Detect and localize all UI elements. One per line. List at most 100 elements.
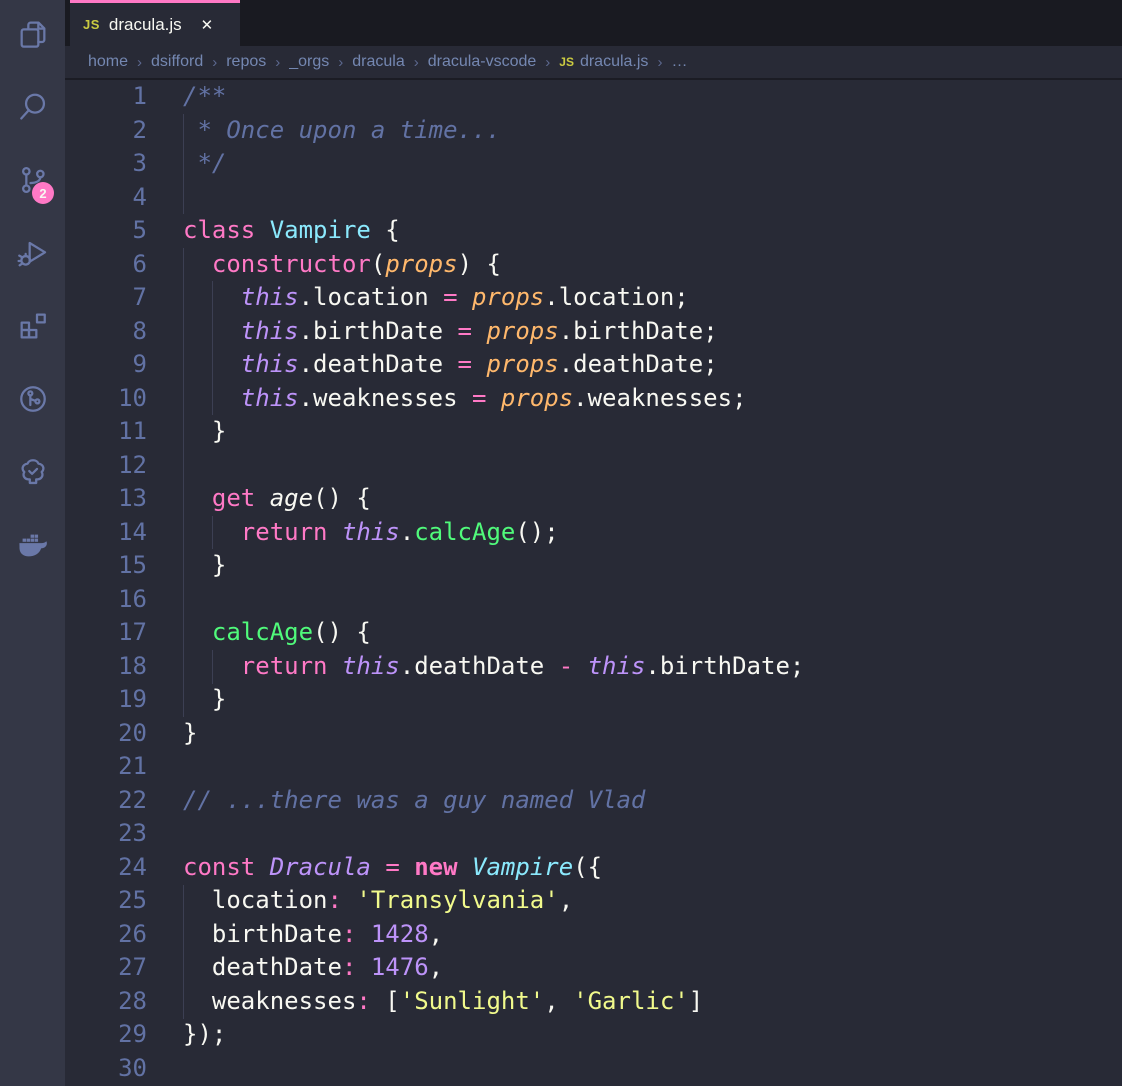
code-line[interactable]: 29}); [65, 1018, 1122, 1052]
activity-item-explorer[interactable] [0, 0, 65, 73]
code-line[interactable]: 14 return this.calcAge(); [65, 516, 1122, 550]
activity-item-testing[interactable] [0, 438, 65, 511]
code-text: // ...there was a guy named Vlad [183, 784, 1122, 818]
code-line[interactable]: 9 this.deathDate = props.deathDate; [65, 348, 1122, 382]
breadcrumb-separator-icon: › [137, 54, 142, 71]
activity-item-run-debug[interactable] [0, 219, 65, 292]
code-token [183, 283, 241, 311]
code-line[interactable]: 13 get age() { [65, 482, 1122, 516]
code-lines: 1/**2 * Once upon a time...3 */45class V… [65, 80, 1122, 1085]
code-line[interactable]: 20} [65, 717, 1122, 751]
breadcrumb-item[interactable]: home [88, 53, 128, 71]
code-line[interactable]: 19 } [65, 683, 1122, 717]
code-text: * Once upon a time... [183, 114, 1122, 148]
breadcrumb-separator-icon: › [275, 54, 280, 71]
line-number: 11 [65, 415, 183, 449]
code-line[interactable]: 3 */ [65, 147, 1122, 181]
code-text [183, 449, 1122, 483]
code-token [328, 518, 342, 546]
gitlens-icon [17, 383, 49, 420]
code-token: = [472, 384, 486, 412]
line-number: 2 [65, 114, 183, 148]
code-line[interactable]: 26 birthDate: 1428, [65, 918, 1122, 952]
code-token: (); [515, 518, 558, 546]
code-token: this [241, 350, 299, 378]
tab-close-icon[interactable]: ✕ [201, 16, 214, 34]
code-token: this [342, 652, 400, 680]
code-line[interactable]: 11 } [65, 415, 1122, 449]
code-line[interactable]: 16 [65, 583, 1122, 617]
code-token: : [328, 886, 342, 914]
code-line[interactable]: 10 this.weaknesses = props.weaknesses; [65, 382, 1122, 416]
line-number: 10 [65, 382, 183, 416]
code-token: .deathDate [299, 350, 458, 378]
code-token: props [486, 317, 558, 345]
activity-item-source-control[interactable]: 2 [0, 146, 65, 219]
line-number: 5 [65, 214, 183, 248]
code-line[interactable]: 5class Vampire { [65, 214, 1122, 248]
breadcrumb-item[interactable]: repos [226, 53, 266, 71]
code-line[interactable]: 24const Dracula = new Vampire({ [65, 851, 1122, 885]
code-token: .weaknesses; [573, 384, 746, 412]
activity-item-docker[interactable] [0, 511, 65, 584]
source-control-badge: 2 [32, 182, 54, 204]
code-line[interactable]: 21 [65, 750, 1122, 784]
code-line[interactable]: 28 weaknesses: ['Sunlight', 'Garlic'] [65, 985, 1122, 1019]
code-line[interactable]: 15 } [65, 549, 1122, 583]
breadcrumb-item[interactable]: … [671, 53, 687, 71]
breadcrumb-item[interactable]: _orgs [289, 53, 329, 71]
code-text: deathDate: 1476, [183, 951, 1122, 985]
breadcrumb-item[interactable]: dracula [352, 53, 404, 71]
code-line[interactable]: 30 [65, 1052, 1122, 1086]
line-number: 27 [65, 951, 183, 985]
code-line[interactable]: 2 * Once upon a time... [65, 114, 1122, 148]
code-token: constructor [212, 250, 371, 278]
code-token [371, 853, 385, 881]
code-token: = [443, 283, 457, 311]
code-token: : [342, 920, 356, 948]
breadcrumb-item[interactable]: dsifford [151, 53, 203, 71]
code-line[interactable]: 25 location: 'Transylvania', [65, 884, 1122, 918]
breadcrumb-item[interactable]: dracula-vscode [428, 53, 537, 71]
code-token: 'Sunlight' [400, 987, 545, 1015]
line-number: 24 [65, 851, 183, 885]
code-token [328, 652, 342, 680]
line-number: 4 [65, 181, 183, 215]
code-token: this [588, 652, 646, 680]
code-line[interactable]: 22// ...there was a guy named Vlad [65, 784, 1122, 818]
code-token: calcAge [212, 618, 313, 646]
tab-bar: JS dracula.js ✕ [65, 0, 1122, 46]
code-token: { [371, 216, 400, 244]
code-token: return [241, 518, 328, 546]
code-line[interactable]: 1/** [65, 80, 1122, 114]
code-token: ] [689, 987, 703, 1015]
code-token: age [270, 484, 313, 512]
code-line[interactable]: 23 [65, 817, 1122, 851]
code-line[interactable]: 7 this.location = props.location; [65, 281, 1122, 315]
code-line[interactable]: 12 [65, 449, 1122, 483]
code-token [472, 350, 486, 378]
debug-icon [17, 237, 49, 274]
code-line[interactable]: 17 calcAge() { [65, 616, 1122, 650]
activity-item-extensions[interactable] [0, 292, 65, 365]
activity-bar: 2 [0, 0, 65, 1086]
code-text: this.deathDate = props.deathDate; [183, 348, 1122, 382]
code-line[interactable]: 4 [65, 181, 1122, 215]
code-line[interactable]: 18 return this.deathDate - this.birthDat… [65, 650, 1122, 684]
code-token [255, 853, 269, 881]
code-text: */ [183, 147, 1122, 181]
activity-item-gitlens[interactable] [0, 365, 65, 438]
tab-dracula-js[interactable]: JS dracula.js ✕ [70, 0, 240, 46]
code-line[interactable]: 6 constructor(props) { [65, 248, 1122, 282]
code-text: } [183, 717, 1122, 751]
activity-item-search[interactable] [0, 73, 65, 146]
code-token [458, 283, 472, 311]
code-token: , [559, 886, 573, 914]
editor[interactable]: 1/**2 * Once upon a time...3 */45class V… [65, 80, 1122, 1086]
breadcrumb-item[interactable]: JSdracula.js [559, 53, 648, 71]
code-token [255, 216, 269, 244]
search-icon [17, 91, 49, 128]
line-number: 28 [65, 985, 183, 1019]
code-line[interactable]: 8 this.birthDate = props.birthDate; [65, 315, 1122, 349]
code-line[interactable]: 27 deathDate: 1476, [65, 951, 1122, 985]
